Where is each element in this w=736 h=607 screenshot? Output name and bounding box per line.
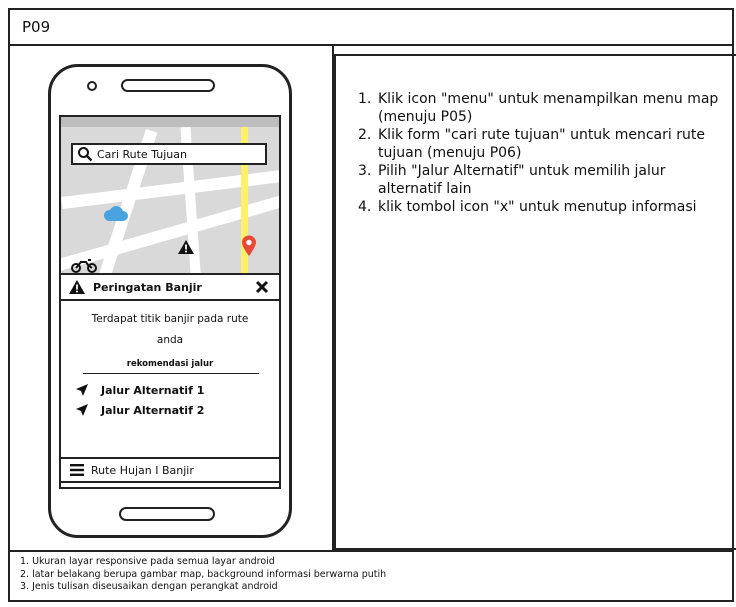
map-view[interactable]: Cari Rute Tujuan bbox=[61, 127, 279, 273]
wireframe-frame: P09 Cari Rute Tujuan Peringatan Banjir T… bbox=[8, 8, 736, 602]
route-label: Jalur Alternatif 1 bbox=[101, 383, 205, 397]
location-pin-icon bbox=[242, 235, 256, 256]
phone-panel: Cari Rute Tujuan Peringatan Banjir Terda… bbox=[10, 46, 334, 550]
status-bar bbox=[61, 117, 279, 127]
flood-warning-card: Peringatan Banjir Terdapat titik banjir … bbox=[61, 273, 279, 455]
note-item: 2. latar belakang berupa gambar map, bac… bbox=[20, 568, 387, 580]
note-item: 3. Jenis tulisan diseusaikan dengan pera… bbox=[20, 581, 278, 592]
search-placeholder: Cari Rute Tujuan bbox=[97, 147, 187, 161]
cloud-icon bbox=[103, 206, 128, 221]
menu-bar-label: Rute Hujan I Banjir bbox=[91, 463, 194, 477]
card-header: Peringatan Banjir bbox=[61, 275, 279, 301]
menu-icon[interactable] bbox=[69, 463, 85, 477]
route-option-1[interactable]: Jalur Alternatif 1 bbox=[61, 380, 279, 400]
camera-dot bbox=[87, 81, 97, 91]
page-code: P09 bbox=[22, 18, 51, 36]
recommendation-label: rekomendasi jalur bbox=[126, 359, 214, 369]
phone-mockup: Cari Rute Tujuan Peringatan Banjir Terda… bbox=[48, 64, 292, 538]
instruction-item: 2. Klik form "cari rute tujuan" untuk men… bbox=[358, 127, 705, 161]
card-title: Peringatan Banjir bbox=[93, 280, 202, 294]
search-icon bbox=[78, 147, 93, 162]
page-header: P09 bbox=[10, 10, 732, 46]
warning-icon bbox=[69, 280, 85, 294]
notes-footer: 1. Ukuran layar responsive pada semua la… bbox=[10, 550, 732, 602]
instruction-item: 3. Pilih "Jalur Alternatif" untuk memilih… bbox=[358, 163, 666, 197]
divider bbox=[83, 373, 259, 374]
instructions-list: 1. Klik icon "menu" untuk menampilkan men… bbox=[358, 90, 728, 216]
navigation-arrow-icon bbox=[76, 404, 88, 416]
instructions-panel: 1. Klik icon "menu" untuk menampilkan men… bbox=[334, 54, 736, 550]
route-option-2[interactable]: Jalur Alternatif 2 bbox=[61, 400, 279, 420]
warning-icon bbox=[178, 240, 194, 254]
navigation-arrow-icon bbox=[76, 384, 88, 396]
warning-description: Terdapat titik banjir pada rute anda bbox=[91, 313, 249, 346]
motorcycle-icon bbox=[71, 259, 97, 273]
instruction-item: 4. klik tombol icon "x" untuk menutup inf… bbox=[358, 199, 697, 215]
home-button[interactable] bbox=[119, 507, 215, 521]
phone-screen: Cari Rute Tujuan Peringatan Banjir Terda… bbox=[59, 115, 281, 489]
close-icon[interactable] bbox=[255, 280, 269, 294]
instruction-item: 1. Klik icon "menu" untuk menampilkan men… bbox=[358, 91, 719, 125]
search-input[interactable]: Cari Rute Tujuan bbox=[71, 143, 267, 165]
phone-speaker bbox=[121, 79, 215, 92]
route-label: Jalur Alternatif 2 bbox=[101, 403, 205, 417]
note-item: 1. Ukuran layar responsive pada semua la… bbox=[20, 556, 275, 567]
menu-bar[interactable]: Rute Hujan I Banjir bbox=[61, 457, 279, 483]
